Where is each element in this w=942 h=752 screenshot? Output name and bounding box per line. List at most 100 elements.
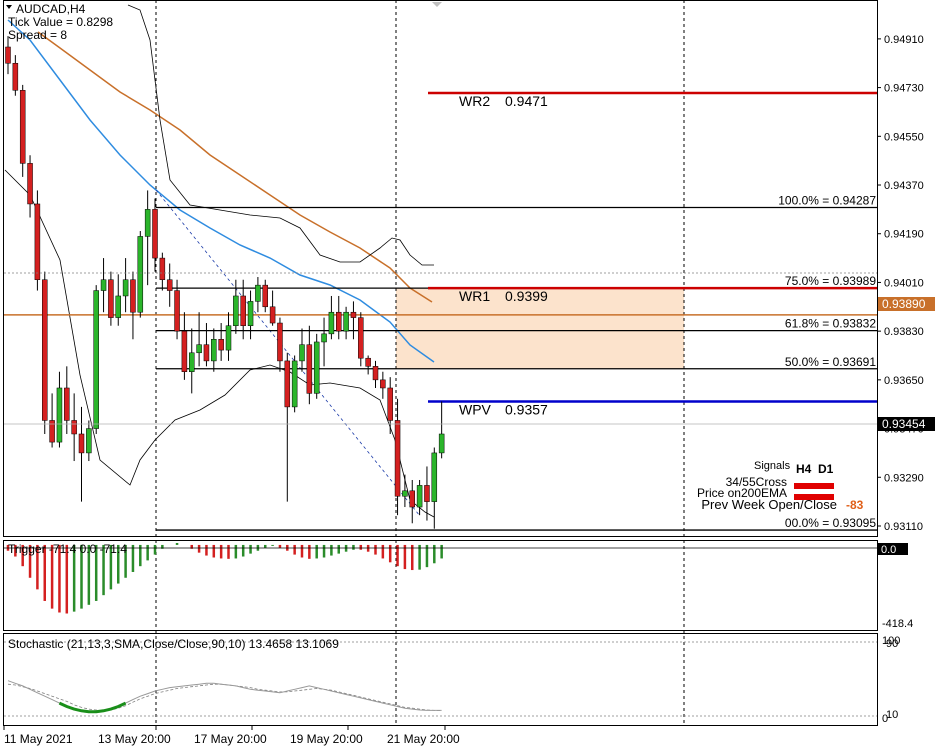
candle-body (284, 360, 291, 408)
candle-body (211, 339, 217, 362)
signal-indicator (794, 494, 834, 500)
candle-body (409, 490, 415, 508)
candle-body (380, 379, 386, 389)
main-panel (3, 0, 878, 537)
chart-canvas: 100.0% = 0.94287 75.0% = 0.93989 61.8% = 0… (3, 0, 935, 746)
fib-level-label: 00.0% = 0.93095 (785, 516, 876, 530)
candle-body (189, 352, 195, 372)
current-price-tag: 0.93454 (878, 417, 935, 431)
candle-body (328, 311, 335, 335)
candle-body (365, 357, 371, 367)
current-price-value: 0.93454 (882, 417, 926, 431)
candle-body (203, 344, 210, 362)
candle-body (100, 279, 107, 291)
candle-body (144, 209, 151, 237)
signals-title: Signals (754, 460, 791, 472)
pivot-level-name: WR1 (459, 288, 490, 304)
trigger-min-label: -418.4 (882, 618, 913, 630)
candle-body (240, 295, 246, 326)
candle-body (130, 279, 136, 313)
candle-body (122, 279, 129, 297)
candle-body (299, 344, 305, 362)
time-axis: 11 May 2021 13 May 20:00 17 May 20:00 19 Ma… (3, 726, 460, 746)
candle-body (387, 387, 393, 421)
candle-body (218, 339, 224, 351)
candle-body (269, 306, 276, 324)
signal-indicator (794, 483, 834, 489)
candle-body (343, 311, 349, 332)
fib-level-label: 61.8% = 0.93832 (785, 317, 876, 331)
spread-label: Spread = 8 (8, 28, 67, 42)
candle-body (27, 163, 33, 205)
candle-body (247, 301, 254, 326)
candle-body (313, 341, 320, 394)
candle-body (64, 387, 70, 421)
price-tick-label: 0.93830 (884, 326, 924, 338)
fib-level-label: 100.0% = 0.94287 (778, 193, 876, 207)
candle-body (166, 279, 173, 291)
fib-level-label: 50.0% = 0.93691 (785, 355, 876, 369)
trigger-title: Trigger -71.4 0.0 -71.4 (8, 542, 127, 556)
candle-body (233, 295, 239, 326)
candle-body (19, 90, 26, 164)
tick-value-label: Tick Value = 0.8298 (8, 15, 113, 29)
price-tick-label: 0.93290 (884, 472, 924, 484)
trigger-zero-label: 0.0 (881, 544, 896, 556)
candle-body (196, 344, 202, 354)
candle-body (394, 420, 401, 497)
time-tick-label: 19 May 20:00 (290, 732, 363, 746)
price-tick-label: 0.94730 (884, 83, 924, 95)
candle-body (438, 433, 445, 454)
candle-body (321, 333, 327, 343)
fib-level-label: 75.0% = 0.93989 (785, 274, 876, 288)
ema-price-tag: 0.93890 (878, 297, 935, 311)
candle-body (402, 490, 408, 497)
time-tick-label: 13 May 20:00 (98, 732, 171, 746)
stochastic-title: Stochastic (21,13,3,SMA,Close/Close,90,1… (8, 637, 339, 651)
signals-col-d1: D1 (818, 462, 834, 476)
price-tick-label: 0.94910 (884, 34, 924, 46)
stoch-0-label: 0 (882, 713, 888, 725)
candle-body (306, 344, 313, 394)
candle-body (93, 290, 99, 429)
signals-col-h4: H4 (796, 462, 812, 476)
price-tick-label: 0.94550 (884, 131, 924, 143)
candle-body (71, 420, 77, 435)
candle-body (431, 452, 438, 502)
candle-body (416, 485, 423, 508)
pivot-level-value: 0.9357 (505, 402, 548, 418)
candle-body (56, 387, 63, 443)
price-tick-label: 0.94010 (884, 277, 924, 289)
candle-body (255, 284, 261, 302)
candle-body (5, 46, 11, 64)
candle-body (372, 366, 379, 381)
candle-body (225, 325, 232, 351)
candle-body (174, 290, 180, 332)
symbol-label: AUDCAD,H4 (16, 2, 86, 16)
price-tick-label: 0.93110 (884, 521, 923, 533)
candle-body (115, 295, 121, 318)
candle-body (350, 311, 357, 318)
signal-prevweek-value: -83 (846, 498, 864, 512)
price-tick-label: 0.93650 (884, 375, 924, 387)
price-axis: 0.94910 0.94730 0.94550 0.94370 0.94190 0.940… (877, 34, 924, 533)
pivot-level-name: WR2 (459, 93, 490, 109)
candle-body (358, 317, 364, 359)
candle-body (291, 360, 298, 408)
pivot-level-value: 0.9399 (505, 288, 548, 304)
candle-body (34, 203, 41, 280)
stoch-90-label: 90 (886, 638, 898, 650)
time-tick-label: 11 May 2021 (4, 732, 73, 746)
candle-body (108, 279, 114, 318)
candle-body (181, 330, 188, 372)
ema-price-value: 0.93890 (882, 297, 926, 311)
candle-body (12, 62, 19, 91)
candle-body (137, 236, 144, 313)
candle-body (277, 322, 283, 362)
candle-body (424, 485, 430, 502)
candle-body (152, 209, 158, 259)
time-tick-label: 17 May 20:00 (194, 732, 267, 746)
candle-body (78, 433, 85, 454)
candle-body (262, 284, 268, 308)
candle-body (159, 257, 166, 280)
